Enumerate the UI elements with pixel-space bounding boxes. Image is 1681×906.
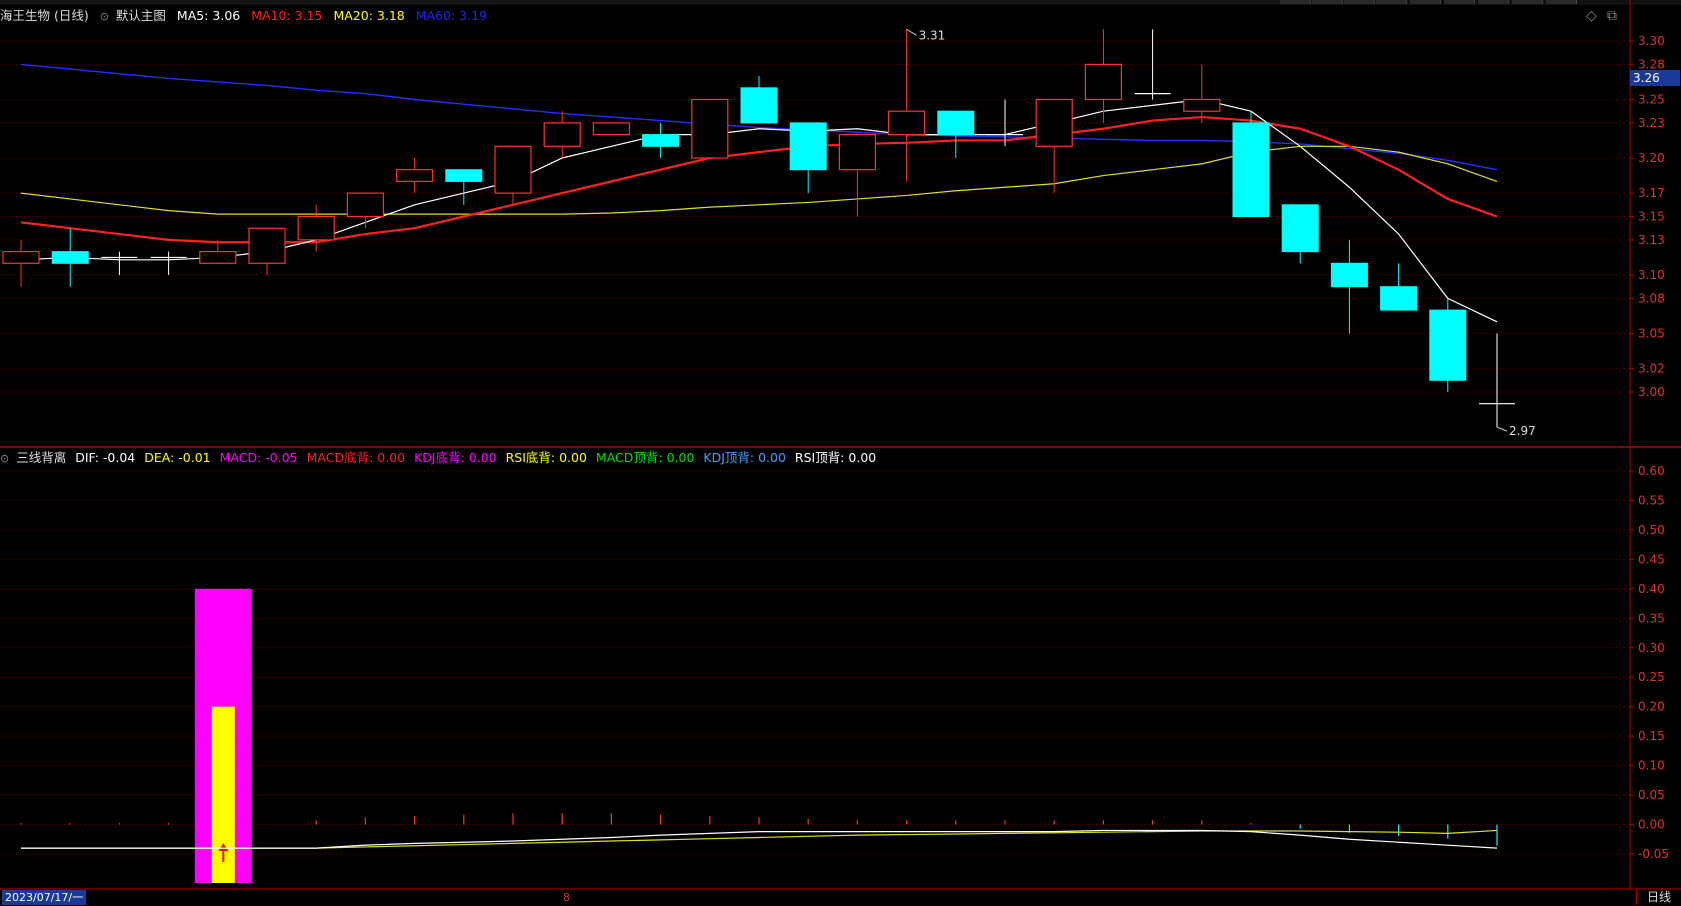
candle-down (1281, 204, 1319, 253)
price-tick-label: 3.05 (1638, 327, 1665, 341)
candle-down (51, 251, 89, 264)
ma5-line (20, 98, 1498, 323)
candle-up (248, 227, 286, 264)
high-marker-line (906, 28, 917, 36)
candle-up (592, 122, 631, 136)
price-tick-label: 3.23 (1638, 116, 1665, 130)
candle-up (887, 110, 926, 136)
ma10-line (20, 115, 1498, 244)
indicator-tick-label: 0.35 (1638, 611, 1665, 625)
time-axis-marker: 8 (563, 891, 570, 904)
indicator-tick-label: 0.00 (1638, 818, 1665, 832)
current-price-tag: 3.26 (1630, 70, 1680, 86)
indicator-tick-label: 0.20 (1638, 700, 1665, 714)
indicator-tick-label: 0.55 (1638, 493, 1665, 507)
stock-chart[interactable]: 3.303.283.253.233.203.173.153.133.103.08… (0, 0, 1681, 906)
time-axis (0, 890, 1681, 906)
candle-down (642, 134, 680, 147)
candle-up (1183, 98, 1221, 112)
candle-up (297, 215, 335, 241)
candle-up (691, 98, 729, 159)
candle-up (396, 169, 434, 182)
candle-up (838, 134, 877, 171)
price-tick-label: 3.10 (1638, 268, 1665, 282)
candle-up (346, 192, 384, 218)
candle-down (445, 169, 483, 182)
indicator-tick-label: 0.05 (1638, 788, 1665, 802)
cursor-date-label: 2023/07/17/一 (2, 890, 87, 905)
price-tick-label: 3.08 (1638, 291, 1665, 305)
candle-down (789, 122, 827, 171)
indicator-tick-label: -0.05 (1638, 847, 1669, 861)
candle-down (1380, 286, 1418, 311)
indicator-tick-label: 0.30 (1638, 641, 1665, 655)
candle-down (1232, 122, 1270, 217)
price-tick-label: 3.15 (1638, 210, 1665, 224)
price-tick-label: 3.13 (1638, 233, 1665, 247)
candle-up (1084, 63, 1123, 101)
indicator-tick-label: 0.40 (1638, 582, 1665, 596)
indicator-tick-label: 0.50 (1638, 523, 1665, 537)
candle-down (1429, 309, 1467, 381)
high-price-label: 3.31 (919, 28, 946, 42)
indicator-tick-label: 0.60 (1638, 464, 1665, 478)
price-tick-label: 3.25 (1638, 93, 1665, 107)
indicator-tick-label: 0.25 (1638, 670, 1665, 684)
price-tick-label: 3.30 (1638, 34, 1665, 48)
candle-up (199, 251, 237, 264)
candle-up (543, 122, 581, 147)
indicator-tick-label: 0.10 (1638, 759, 1665, 773)
price-tick-label: 3.17 (1638, 186, 1665, 200)
period-button[interactable]: 日线 (1636, 890, 1681, 905)
price-tick-label: 3.20 (1638, 151, 1665, 165)
candle-up (2, 251, 40, 264)
candle-down (740, 87, 778, 124)
low-price-label: 2.97 (1509, 424, 1536, 438)
price-tick-label: 3.02 (1638, 362, 1665, 376)
price-tick-label: 3.00 (1638, 385, 1665, 399)
low-marker-line (1496, 426, 1508, 432)
indicator-tick-label: 0.45 (1638, 552, 1665, 566)
candle-up (1035, 98, 1073, 147)
candle-up (494, 145, 532, 194)
ma20-line (20, 145, 1498, 215)
candle-down (1330, 262, 1368, 288)
indicator-tick-label: 0.15 (1638, 729, 1665, 743)
candle-down (937, 110, 975, 136)
